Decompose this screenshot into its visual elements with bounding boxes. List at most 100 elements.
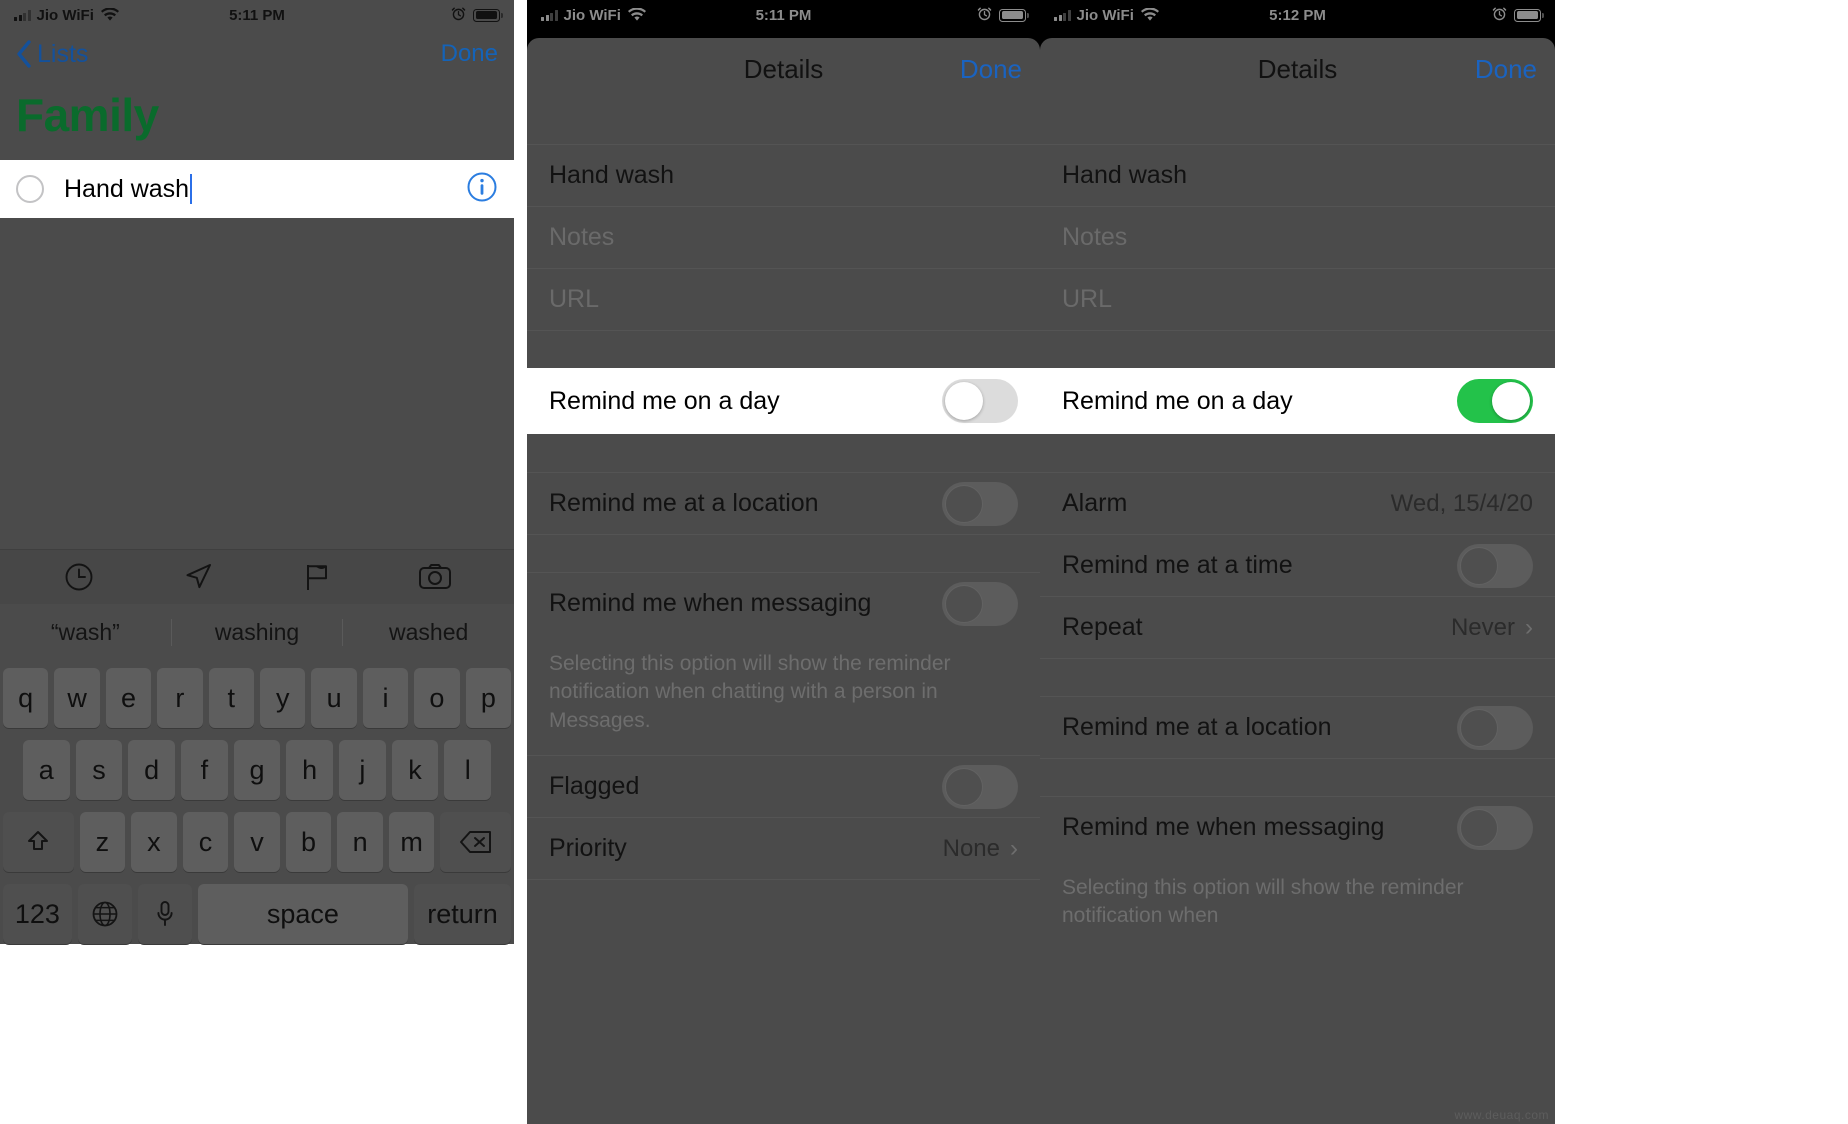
- key-e[interactable]: e: [105, 668, 152, 728]
- remind-me-at-a-location-row[interactable]: Remind me at a location: [527, 472, 1040, 534]
- status-bar-panel2: Jio WiFi 5:11 PM: [527, 0, 1040, 30]
- reminder-title-field[interactable]: Hand wash: [1040, 144, 1555, 206]
- return-key[interactable]: return: [413, 884, 511, 944]
- battery-icon: [473, 8, 503, 22]
- key-w[interactable]: w: [54, 668, 100, 728]
- key-k[interactable]: k: [391, 740, 439, 800]
- key-s[interactable]: s: [75, 740, 123, 800]
- remind-me-when-messaging-toggle[interactable]: [1457, 805, 1533, 850]
- remind-me-when-messaging-row[interactable]: Remind me when messaging: [1040, 796, 1555, 858]
- remind-me-on-a-day-label: Remind me on a day: [1062, 386, 1293, 415]
- section-spacer: [527, 330, 1040, 368]
- clock-icon[interactable]: [62, 560, 96, 594]
- key-z[interactable]: z: [79, 812, 126, 872]
- key-a[interactable]: a: [22, 740, 70, 800]
- keyboard-suggestion-bar: “wash” washing washed: [0, 604, 514, 660]
- camera-icon[interactable]: [417, 560, 453, 594]
- key-g[interactable]: g: [233, 740, 281, 800]
- info-button[interactable]: [466, 171, 498, 208]
- panel-reminders-list: Jio WiFi 5:11 PM Lists Done Family Hand …: [0, 0, 514, 1124]
- key-u[interactable]: u: [311, 668, 357, 728]
- suggestion-item[interactable]: washed: [342, 618, 514, 646]
- notes-field[interactable]: Notes: [527, 206, 1040, 268]
- toggle-knob: [945, 382, 983, 420]
- flag-icon[interactable]: [300, 560, 334, 594]
- flagged-toggle[interactable]: [942, 764, 1018, 809]
- empty-list-area: [0, 218, 514, 549]
- remind-me-when-messaging-toggle[interactable]: [942, 581, 1018, 626]
- numbers-key[interactable]: 123: [3, 884, 72, 944]
- alarm-row[interactable]: Alarm Wed, 15/4/20: [1040, 472, 1555, 534]
- remind-me-at-a-location-toggle[interactable]: [1457, 705, 1533, 750]
- details-title: Details: [1257, 53, 1338, 84]
- repeat-row[interactable]: Repeat Never ›: [1040, 596, 1555, 658]
- reminder-title-input[interactable]: Hand wash: [64, 174, 193, 204]
- url-field[interactable]: URL: [527, 268, 1040, 330]
- complete-circle-icon[interactable]: [16, 175, 44, 203]
- battery-icon: [1514, 8, 1544, 22]
- remind-me-on-a-day-toggle[interactable]: [942, 379, 1018, 423]
- priority-label: Priority: [549, 834, 627, 863]
- details-nav-bar-panel2: Details Done: [527, 38, 1040, 100]
- url-field[interactable]: URL: [1040, 268, 1555, 330]
- panel-details-toggle-off: Jio WiFi 5:11 PM Details Done Hand wash …: [527, 0, 1040, 1124]
- key-i[interactable]: i: [362, 668, 409, 728]
- done-button-panel3[interactable]: Done: [1475, 54, 1537, 85]
- remind-me-on-a-day-label: Remind me on a day: [549, 386, 780, 415]
- key-o[interactable]: o: [414, 668, 460, 728]
- flagged-row[interactable]: Flagged: [527, 755, 1040, 818]
- remind-me-at-a-location-row[interactable]: Remind me at a location: [1040, 696, 1555, 758]
- reminder-title-field[interactable]: Hand wash: [527, 144, 1040, 206]
- priority-row[interactable]: Priority None ›: [527, 817, 1040, 880]
- done-button-panel1[interactable]: Done: [441, 40, 498, 68]
- remind-me-on-a-day-row[interactable]: Remind me on a day: [527, 368, 1040, 434]
- key-v[interactable]: v: [234, 812, 280, 872]
- location-arrow-icon[interactable]: [179, 558, 217, 596]
- globe-key[interactable]: [77, 884, 132, 944]
- remind-me-at-a-time-row[interactable]: Remind me at a time: [1040, 534, 1555, 596]
- key-m[interactable]: m: [388, 812, 435, 872]
- key-r[interactable]: r: [157, 668, 203, 728]
- details-nav-bar-panel3: Details Done: [1040, 38, 1555, 100]
- key-j[interactable]: j: [339, 740, 386, 800]
- globe-icon: [92, 901, 118, 927]
- shift-arrow-icon: [28, 831, 49, 850]
- remind-me-on-a-day-toggle[interactable]: [1457, 379, 1533, 423]
- watermark: www.deuaq.com: [1454, 1108, 1549, 1122]
- toggle-knob: [1492, 382, 1530, 420]
- remind-me-when-messaging-row[interactable]: Remind me when messaging: [527, 572, 1040, 634]
- done-button-panel2[interactable]: Done: [960, 54, 1022, 85]
- space-key[interactable]: space: [197, 884, 408, 944]
- suggestion-item[interactable]: washing: [170, 618, 343, 646]
- notes-field[interactable]: Notes: [1040, 206, 1555, 268]
- carrier-label: Jio WiFi: [36, 6, 94, 24]
- key-t[interactable]: t: [208, 668, 254, 728]
- keyboard-row-3: z x c v b n m: [3, 812, 512, 872]
- backspace-icon: [459, 831, 491, 853]
- reminder-title-value: Hand wash: [1062, 161, 1188, 189]
- key-n[interactable]: n: [337, 812, 383, 872]
- key-q[interactable]: q: [2, 668, 49, 728]
- key-c[interactable]: c: [182, 812, 229, 872]
- key-f[interactable]: f: [181, 740, 228, 800]
- remind-me-at-a-location-toggle[interactable]: [942, 481, 1018, 526]
- chevron-right-icon: ›: [1010, 834, 1018, 862]
- reminder-row-editing[interactable]: Hand wash: [0, 160, 514, 218]
- back-to-lists-button[interactable]: Lists: [16, 40, 88, 69]
- key-d[interactable]: d: [128, 740, 175, 800]
- key-y[interactable]: y: [260, 668, 306, 728]
- key-l[interactable]: l: [444, 740, 492, 800]
- remind-me-on-a-day-row[interactable]: Remind me on a day: [1040, 368, 1555, 434]
- key-b[interactable]: b: [285, 812, 332, 872]
- backspace-key[interactable]: [440, 812, 512, 872]
- status-left-group: Jio WiFi: [541, 7, 647, 24]
- keyboard-row-2: a s d f g h j k l: [3, 740, 511, 800]
- key-x[interactable]: x: [131, 812, 177, 872]
- key-h[interactable]: h: [286, 740, 334, 800]
- remind-me-at-a-time-toggle[interactable]: [1457, 543, 1533, 588]
- key-p[interactable]: p: [465, 668, 512, 728]
- dictation-key[interactable]: [137, 884, 192, 944]
- suggestion-item[interactable]: “wash”: [0, 619, 171, 646]
- messaging-explanation-note: Selecting this option will show the remi…: [1040, 858, 1555, 951]
- shift-key[interactable]: [3, 812, 74, 872]
